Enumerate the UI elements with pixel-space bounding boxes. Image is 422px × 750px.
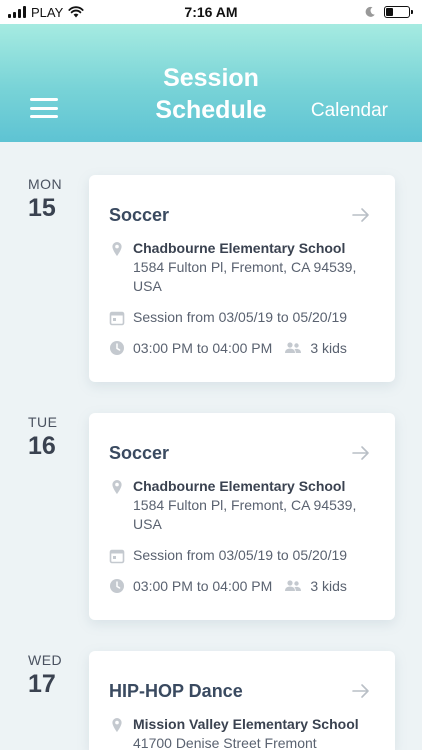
school-address: 1584 Fulton Pl, Fremont, CA 94539, USA [133, 259, 357, 294]
session-time: 03:00 PM to 04:00 PM [133, 577, 273, 594]
session-title: Soccer [109, 205, 170, 225]
status-right [364, 6, 413, 18]
people-icon [285, 580, 302, 591]
menu-icon[interactable] [30, 98, 58, 118]
location-row: Mission Valley Elementary School 41700 D… [109, 716, 377, 750]
calendar-button[interactable]: Calendar [311, 100, 388, 122]
arrow-right-icon[interactable] [351, 681, 371, 701]
location-pin-icon [112, 718, 122, 732]
clock-icon [110, 579, 124, 593]
time-row: 03:00 PM to 04:00 PM 3 kids [109, 577, 377, 594]
wifi-icon [68, 6, 84, 18]
school-name: Chadbourne Elementary School [133, 240, 346, 256]
battery-icon [384, 6, 413, 18]
day-name: MON [28, 176, 63, 192]
day-name: WED [28, 652, 63, 668]
calendar-icon [109, 311, 125, 326]
time-row: 03:00 PM to 04:00 PM 3 kids [109, 339, 377, 356]
kids-count: 3 kids [310, 339, 347, 356]
status-left: PLAY [8, 5, 84, 20]
arrow-right-icon[interactable] [351, 443, 371, 463]
session-card[interactable]: Soccer Chadbourne Elementary School 1584… [89, 413, 395, 620]
school-address: 41700 Denise Street Fremont [133, 735, 317, 750]
location-pin-icon [112, 242, 122, 256]
location-pin-icon [112, 480, 122, 494]
day-label: MON 15 [28, 176, 62, 223]
session-card[interactable]: Soccer Chadbourne Elementary School 1584… [89, 175, 395, 382]
carrier-label: PLAY [31, 4, 64, 20]
session-card[interactable]: HIP-HOP Dance Mission Valley Elementary … [89, 651, 395, 750]
session-time: 03:00 PM to 04:00 PM [133, 339, 273, 356]
clock-icon [110, 341, 124, 355]
day-label: WED 17 [28, 652, 62, 699]
school-name: Chadbourne Elementary School [133, 478, 346, 494]
session-row: Session from 03/05/19 to 05/20/19 [109, 547, 377, 564]
day-name: TUE [28, 414, 58, 430]
session-title: HIP-HOP Dance [109, 681, 243, 701]
page-title: Session Schedule [155, 64, 267, 124]
location-row: Chadbourne Elementary School 1584 Fulton… [109, 478, 377, 534]
arrow-right-icon[interactable] [351, 205, 371, 225]
calendar-icon [109, 549, 125, 564]
day-number: 16 [28, 432, 56, 460]
school-address: 1584 Fulton Pl, Fremont, CA 94539, USA [133, 497, 357, 532]
signal-icon [8, 6, 26, 18]
moon-icon [365, 6, 375, 17]
session-dates: Session from 03/05/19 to 05/20/19 [133, 547, 348, 563]
status-bar: PLAY 7:16 AM [0, 0, 422, 24]
day-number: 15 [28, 194, 56, 222]
kids-count: 3 kids [310, 577, 347, 594]
session-title: Soccer [109, 443, 170, 463]
day-number: 17 [28, 670, 56, 698]
school-name: Mission Valley Elementary School [133, 716, 359, 732]
people-icon [285, 342, 302, 353]
location-row: Chadbourne Elementary School 1584 Fulton… [109, 240, 377, 296]
session-dates: Session from 03/05/19 to 05/20/19 [133, 309, 348, 325]
session-row: Session from 03/05/19 to 05/20/19 [109, 309, 377, 326]
day-label: TUE 16 [28, 414, 58, 461]
header: Session Schedule Calendar [0, 24, 422, 142]
